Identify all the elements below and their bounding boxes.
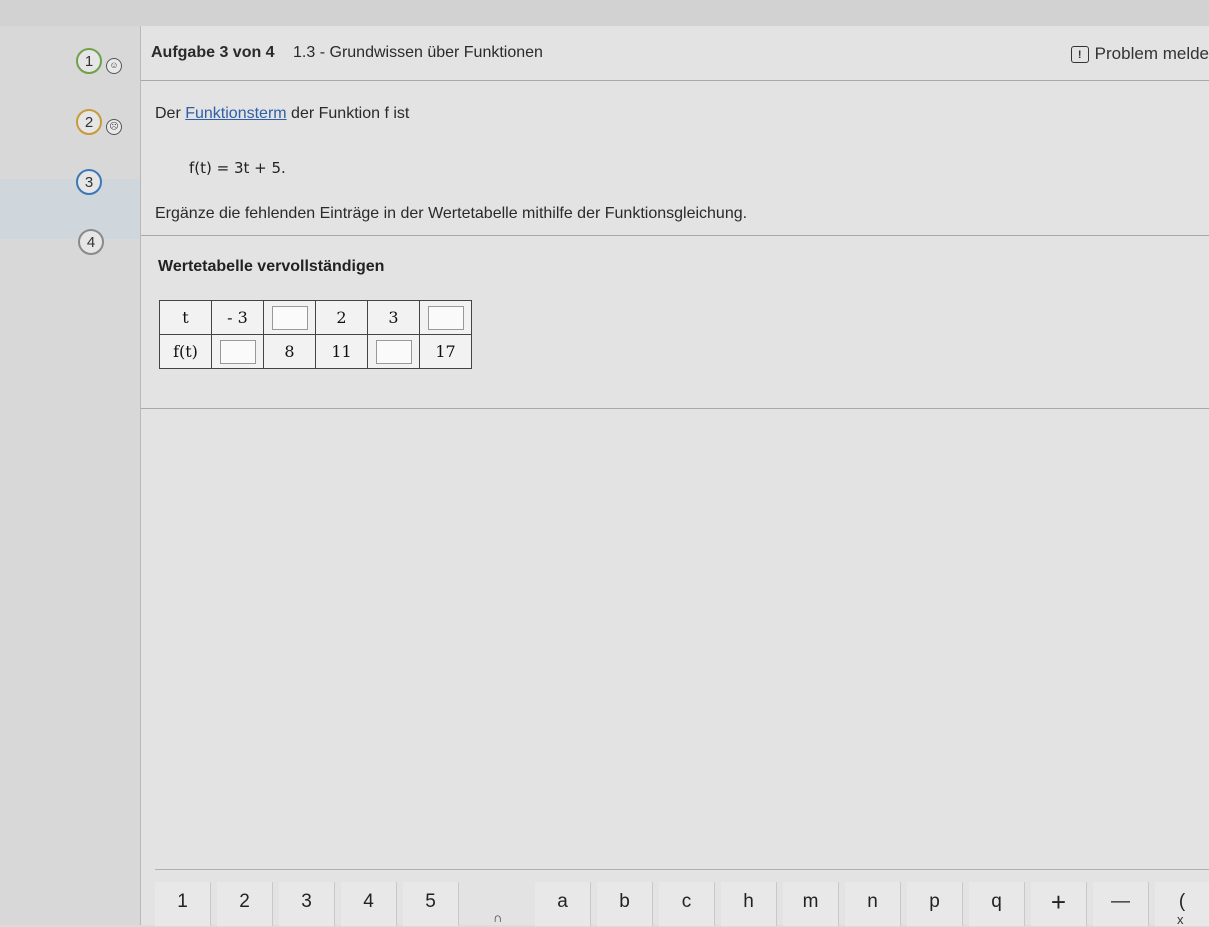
- key-1[interactable]: 1: [155, 882, 211, 926]
- table-divider: [141, 408, 1209, 409]
- table-cell: 11: [315, 334, 368, 369]
- key-2[interactable]: 2: [217, 882, 273, 926]
- key-sub-label: ∩: [493, 910, 503, 925]
- answer-input-t5[interactable]: [427, 305, 464, 330]
- answer-input-f4[interactable]: [375, 339, 412, 364]
- key-3[interactable]: 3: [279, 882, 335, 926]
- header-divider: [141, 80, 1209, 81]
- key-q[interactable]: q: [969, 882, 1025, 926]
- table-cell: [263, 300, 316, 335]
- function-formula: f(t) = 3t + 5.: [189, 159, 286, 177]
- table-cell: - 3: [211, 300, 264, 335]
- key-plus[interactable]: +: [1031, 882, 1087, 926]
- table-cell: 8: [263, 334, 316, 369]
- intro-prefix: Der: [155, 105, 186, 122]
- key-n[interactable]: n: [845, 882, 901, 926]
- task-counter: Aufgabe 3 von 4: [151, 44, 275, 61]
- table-cell: [211, 334, 264, 369]
- section-title: Wertetabelle vervollständigen: [158, 258, 385, 275]
- task-header: Aufgabe 3 von 4 1.3 - Grundwissen über F…: [151, 44, 543, 62]
- task-number: 1: [84, 52, 94, 70]
- answer-input-f1[interactable]: [219, 339, 256, 364]
- task-number-circle: 4: [78, 229, 104, 255]
- key-5[interactable]: 5: [403, 882, 459, 926]
- sidebar-item-2[interactable]: 2 ☹: [0, 96, 140, 156]
- task-number-circle: 2: [76, 109, 102, 135]
- funktionsterm-link[interactable]: Funktionsterm: [185, 105, 286, 122]
- task-number: 2: [84, 113, 94, 131]
- key-minus[interactable]: —: [1093, 882, 1149, 926]
- report-problem-label: Problem melde: [1094, 44, 1209, 63]
- table-row: f(t) 8 11 17: [159, 334, 472, 369]
- task-topic: 1.3 - Grundwissen über Funktionen: [293, 44, 543, 61]
- sidebar-item-3[interactable]: 3: [0, 153, 140, 213]
- key-c[interactable]: c: [659, 882, 715, 926]
- key-m[interactable]: m: [783, 882, 839, 926]
- intro-suffix: der Funktion f ist: [286, 105, 410, 122]
- value-table: t - 3 2 3 f(t) 8 11 17: [159, 300, 472, 369]
- instruction-divider: [141, 235, 1209, 236]
- sidebar-item-1[interactable]: 1 ☺: [0, 26, 140, 86]
- key-p[interactable]: p: [907, 882, 963, 926]
- sidebar-item-4[interactable]: 4: [0, 221, 140, 281]
- table-row-label-t: t: [159, 300, 212, 335]
- task-number: 4: [86, 233, 96, 251]
- smiley-sad-icon: ☹: [106, 119, 122, 135]
- task-number-circle: 1: [76, 48, 102, 74]
- task-intro: Der Funktionsterm der Funktion f ist: [155, 105, 409, 123]
- table-cell: [367, 334, 420, 369]
- table-cell: 17: [419, 334, 472, 369]
- task-sidebar: 1 ☺ 2 ☹ 3 4: [0, 26, 141, 925]
- table-cell: 3: [367, 300, 420, 335]
- warning-icon: !: [1070, 45, 1089, 63]
- task-number: 3: [84, 173, 94, 191]
- task-instruction: Ergänze die fehlenden Einträge in der We…: [155, 205, 748, 222]
- math-keyboard: 1 2 3 4 5 ∩ a b c h m n p q + — ( x: [155, 869, 1209, 927]
- answer-input-t2[interactable]: [271, 305, 308, 330]
- table-cell: 2: [315, 300, 368, 335]
- report-problem-button[interactable]: ! Problem melde: [1070, 44, 1209, 64]
- top-band: [0, 0, 1209, 26]
- smiley-happy-icon: ☺: [106, 58, 122, 74]
- key-a[interactable]: a: [535, 882, 591, 926]
- table-row: t - 3 2 3: [159, 300, 472, 335]
- table-row-label-ft: f(t): [159, 334, 212, 369]
- key-4[interactable]: 4: [341, 882, 397, 926]
- key-h[interactable]: h: [721, 882, 777, 926]
- table-cell: [419, 300, 472, 335]
- task-main-panel: Aufgabe 3 von 4 1.3 - Grundwissen über F…: [141, 26, 1209, 927]
- task-number-circle: 3: [76, 169, 102, 195]
- key-b[interactable]: b: [597, 882, 653, 926]
